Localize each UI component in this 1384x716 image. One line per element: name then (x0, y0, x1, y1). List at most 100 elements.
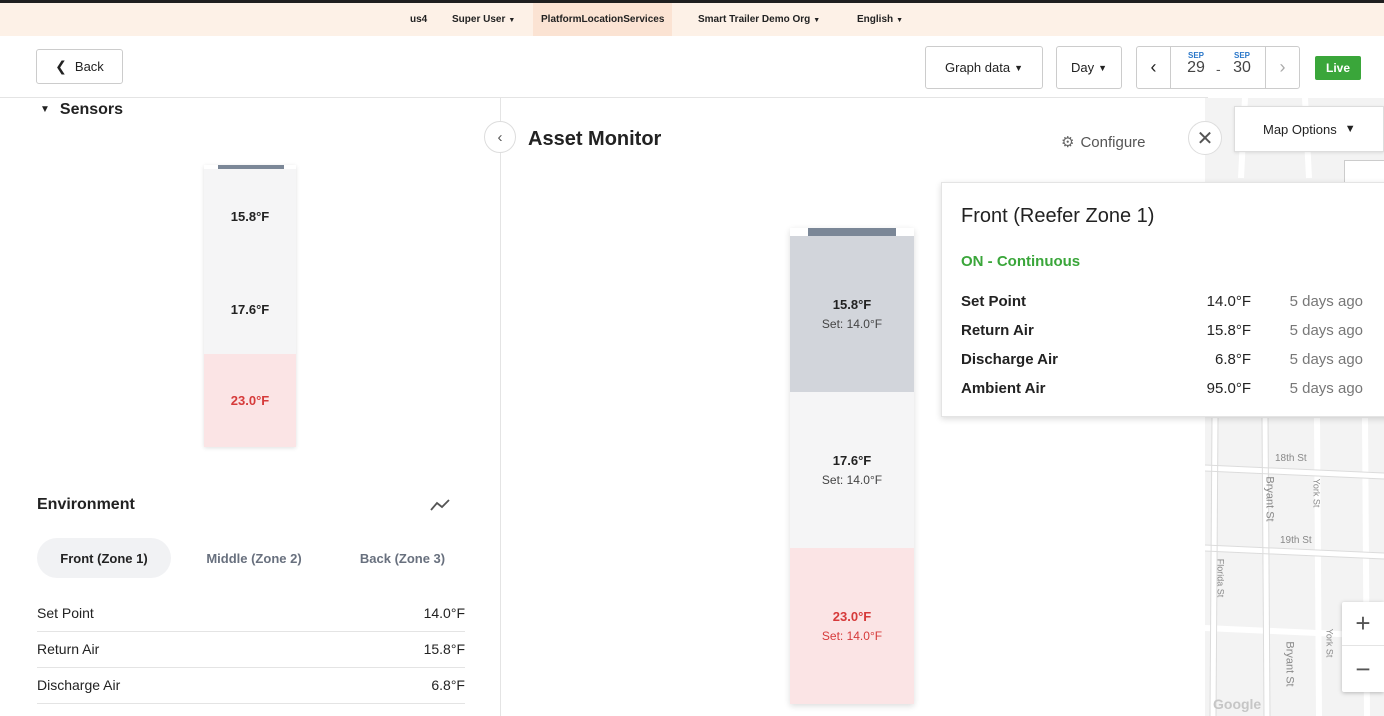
date-end-day: 30 (1233, 59, 1251, 76)
zoom-in-button[interactable]: + (1342, 602, 1384, 646)
zoom-out-button[interactable]: − (1342, 647, 1384, 691)
asset-monitor-title: Asset Monitor (528, 128, 662, 150)
mini-zone-back[interactable]: 23.0°F (204, 354, 296, 447)
minus-icon: − (1355, 653, 1371, 684)
popup-row-time: 5 days ago (1289, 351, 1363, 368)
caret-down-icon: ▼ (1344, 123, 1356, 135)
mini-zone-front[interactable]: 15.8°F (204, 169, 296, 264)
chevron-down-icon: ▼ (508, 17, 516, 24)
zone-set-point: Set: 14.0°F (821, 473, 883, 487)
date-range[interactable]: SEP 29 - SEP 30 (1175, 51, 1263, 85)
tab-middle-zone[interactable]: Middle (Zone 2) (185, 538, 323, 578)
env-row-discharge-air: Discharge Air 6.8°F (37, 668, 465, 704)
popup-row: Ambient Air 95.0°F 5 days ago (961, 380, 1373, 406)
popup-row-label: Ambient Air (961, 380, 1046, 397)
popup-row-value: 15.8°F (1206, 322, 1251, 339)
map-options-dropdown[interactable]: Map Options ▼ (1234, 106, 1384, 152)
plus-icon: + (1355, 608, 1371, 638)
graph-data-dropdown[interactable]: Graph data ▼ (925, 46, 1043, 89)
header-divider (0, 97, 1208, 98)
popup-row-label: Discharge Air (961, 351, 1058, 368)
org-menu-label: Smart Trailer Demo Org (698, 14, 811, 25)
caret-down-icon: ▼ (40, 104, 50, 116)
popup-status: ON - Continuous (961, 253, 1081, 270)
zone-back[interactable]: 23.0°F Set: 14.0°F (790, 548, 914, 704)
zoom-control: + − (1342, 602, 1384, 692)
street-label: Bryant St (1263, 476, 1276, 522)
sensors-title: Sensors (59, 101, 124, 118)
tab-back-zone[interactable]: Back (Zone 3) (340, 538, 465, 578)
popup-row-label: Set Point (961, 293, 1027, 310)
zone-detail-popup: Front (Reefer Zone 1) ON - Continuous Se… (941, 182, 1384, 417)
trailer-diagram: 15.8°F Set: 14.0°F 17.6°F Set: 14.0°F 23… (790, 228, 914, 704)
chevron-down-icon: ▼ (813, 17, 821, 24)
language-menu-label: English (857, 14, 894, 25)
panel-divider (500, 98, 501, 716)
chevron-left-icon: ❮ (55, 58, 67, 74)
service-link[interactable]: PlatformLocationServices (533, 3, 673, 36)
user-menu-label: Super User (452, 14, 506, 25)
env-row-return-air: Return Air 15.8°F (37, 632, 465, 668)
top-bar: us4 Super User ▼ PlatformLocationServices… (0, 0, 1384, 36)
period-label: Day (1070, 60, 1095, 75)
chevron-left-icon: ‹ (1150, 57, 1157, 77)
chevron-right-icon: › (1279, 57, 1286, 77)
tab-front-zone[interactable]: Front (Zone 1) (37, 538, 171, 578)
env-row-label: Set Point (37, 605, 94, 621)
mini-zone-middle[interactable]: 17.6°F (204, 264, 296, 354)
period-dropdown[interactable]: Day ▼ (1056, 46, 1122, 89)
back-button[interactable]: ❮ Back (36, 49, 123, 84)
zone-temp: 15.8°F (832, 297, 872, 312)
next-date-button[interactable]: › (1265, 47, 1299, 88)
org-menu[interactable]: Smart Trailer Demo Org ▼ (698, 3, 820, 36)
collapse-panel-button[interactable]: ‹ (484, 121, 516, 153)
date-start-day: 29 (1187, 59, 1205, 76)
popup-row-label: Return Air (961, 322, 1034, 339)
zone-middle[interactable]: 17.6°F Set: 14.0°F (790, 392, 914, 548)
street-label: York St (1311, 478, 1322, 508)
street-label: 19th St (1280, 535, 1312, 546)
env-row-set-point: Set Point 14.0°F (37, 596, 465, 632)
configure-label: Configure (1080, 133, 1146, 151)
zone-front[interactable]: 15.8°F Set: 14.0°F (790, 236, 914, 392)
env-row-value: 14.0°F (423, 605, 465, 621)
popup-row-time: 5 days ago (1289, 380, 1363, 397)
trailer-cap (808, 228, 896, 236)
close-button[interactable]: ✕ (1188, 121, 1222, 155)
caret-down-icon: ▼ (1098, 62, 1108, 73)
zone-set-point: Set: 14.0°F (821, 317, 883, 331)
popup-row: Set Point 14.0°F 5 days ago (961, 293, 1373, 319)
graph-data-label: Graph data (945, 60, 1011, 75)
popup-row: Return Air 15.8°F 5 days ago (961, 322, 1373, 348)
street-label: 18th St (1275, 453, 1307, 464)
chevron-left-icon: ‹ (497, 128, 503, 146)
map-attribution: Google (1213, 696, 1262, 712)
live-button[interactable]: Live (1315, 56, 1361, 80)
environment-title: Environment (37, 496, 135, 513)
env-row-value: 15.8°F (423, 641, 465, 657)
back-button-label: Back (74, 59, 104, 74)
gear-icon: ⚙ (1061, 134, 1075, 151)
date-range-picker: ‹ SEP 29 - SEP 30 › (1136, 46, 1300, 89)
previous-date-button[interactable]: ‹ (1137, 47, 1171, 88)
configure-button[interactable]: ⚙ Configure (1061, 133, 1146, 152)
region-label: us4 (410, 14, 428, 25)
trend-chart-icon[interactable] (428, 496, 452, 514)
language-menu[interactable]: English ▼ (857, 3, 903, 36)
date-end: SEP 30 (1227, 51, 1257, 76)
caret-down-icon: ▼ (1014, 62, 1023, 73)
zone-temp: 17.6°F (832, 453, 872, 468)
popup-title: Front (Reefer Zone 1) (961, 205, 1155, 227)
popup-row-time: 5 days ago (1289, 322, 1363, 339)
date-separator: - (1216, 61, 1221, 77)
user-menu[interactable]: Super User ▼ (452, 3, 515, 36)
street-label: Florida St (1215, 558, 1226, 598)
popup-row-value: 6.8°F (1214, 351, 1251, 368)
sensors-section-toggle[interactable]: ▼ Sensors (40, 101, 123, 119)
map-options-label: Map Options (1263, 121, 1337, 137)
street-label: York St (1324, 628, 1335, 658)
date-start: SEP 29 (1181, 51, 1211, 76)
popup-row-time: 5 days ago (1289, 293, 1363, 310)
street-label: Bryant St (1283, 641, 1296, 687)
env-row-value: 6.8°F (431, 677, 465, 693)
